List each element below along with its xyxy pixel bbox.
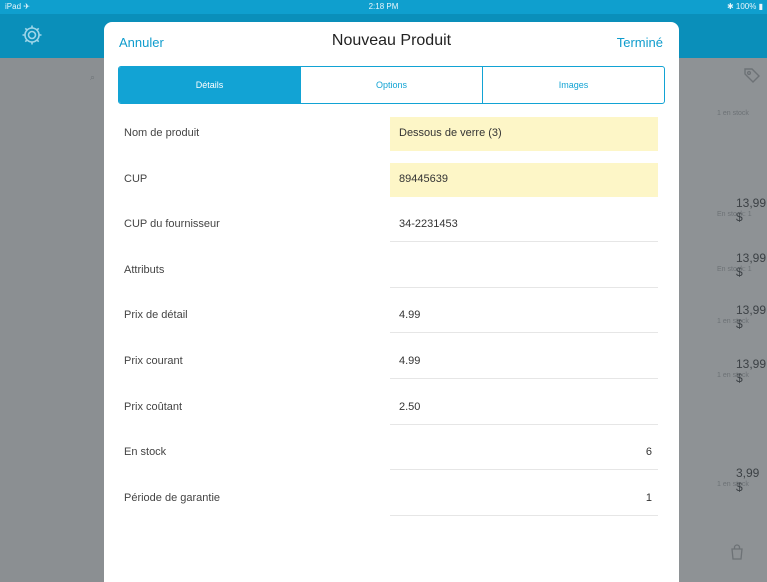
form-row-attributes[interactable]: Attributs	[104, 254, 679, 288]
background-item-price: 13,99 $	[736, 303, 767, 331]
field-value: Dessous de verre (3)	[399, 127, 502, 139]
field-label: Prix coûtant	[124, 401, 183, 413]
tab-options[interactable]: Options	[300, 67, 482, 103]
tab-images[interactable]: Images	[482, 67, 664, 103]
gear-icon[interactable]	[20, 23, 44, 47]
time-label: 2:18 PM	[368, 2, 399, 11]
in-stock-field[interactable]: 6	[390, 436, 658, 470]
form-row-supplier-upc: CUP du fournisseur 34-2231453	[104, 208, 679, 242]
tag-icon	[742, 66, 762, 84]
form-row-warranty-period: Période de garantie 1	[104, 482, 679, 516]
field-value: 4.99	[399, 309, 421, 321]
form-row-cost-price: Prix coûtant 2.50	[104, 391, 679, 425]
field-label: Nom de produit	[124, 127, 200, 139]
field-value: 2.50	[399, 401, 421, 413]
background-item-sub: 1 en stock	[717, 318, 749, 325]
background-item-price: 13,99 $	[736, 251, 767, 279]
background-item-price: 13,99 $	[736, 196, 767, 224]
retail-price-field[interactable]: 4.99	[390, 299, 658, 333]
field-label: Période de garantie	[124, 492, 221, 504]
product-name-field[interactable]: Dessous de verre (3)	[390, 117, 658, 151]
background-item-sub: 1 en stock	[717, 372, 749, 379]
attributes-field[interactable]	[390, 254, 658, 288]
done-button[interactable]: Terminé	[617, 35, 663, 50]
background-left-panel: ⌕	[0, 58, 104, 582]
form-row-retail-price: Prix de détail 4.99	[104, 299, 679, 333]
form-row-in-stock: En stock 6	[104, 436, 679, 470]
warranty-period-field[interactable]: 1	[390, 482, 658, 516]
modal-title: Nouveau Produit	[331, 32, 452, 49]
field-label: CUP du fournisseur	[124, 218, 220, 230]
field-label: Prix de détail	[124, 309, 188, 321]
form-row-current-price: Prix courant 4.99	[104, 345, 679, 379]
background-item-sub: 1 en stock	[717, 481, 749, 488]
field-label: CUP	[124, 173, 148, 185]
background-item-sub: En stock: 1	[717, 211, 752, 218]
status-bar: iPad ✈ 2:18 PM ✱ 100% ▮	[0, 0, 767, 14]
cost-price-field[interactable]: 2.50	[390, 391, 658, 425]
field-label: En stock	[124, 446, 167, 458]
background-item-sub: En stock: 1	[717, 266, 752, 273]
supplier-upc-field[interactable]: 34-2231453	[390, 208, 658, 242]
tab-segmented-control: Détails Options Images	[118, 66, 665, 104]
field-value: 34-2231453	[399, 218, 458, 230]
background-item-price: 13,99 $	[736, 357, 767, 385]
battery-label: ✱ 100% ▮	[726, 2, 763, 11]
field-value: 4.99	[399, 355, 421, 367]
background-item-sub: 1 en stock	[717, 110, 749, 117]
field-value: 89445639	[399, 173, 448, 185]
field-value: 6	[645, 446, 652, 458]
search-icon: ⌕	[90, 72, 96, 82]
field-label: Attributs	[124, 264, 165, 276]
tab-details[interactable]: Détails	[119, 67, 300, 103]
background-item-price: 3,99 $	[736, 466, 760, 494]
current-price-field[interactable]: 4.99	[390, 345, 658, 379]
modal-header: Annuler Nouveau Produit Terminé	[104, 22, 679, 60]
upc-field[interactable]: 89445639	[390, 163, 658, 197]
field-value: 1	[645, 492, 652, 504]
form-row-upc: CUP 89445639	[104, 163, 679, 197]
form-row-product-name: Nom de produit Dessous de verre (3)	[104, 117, 679, 151]
new-product-modal: Annuler Nouveau Produit Terminé Détails …	[104, 22, 679, 582]
bag-icon	[730, 544, 744, 560]
field-label: Prix courant	[124, 355, 183, 367]
